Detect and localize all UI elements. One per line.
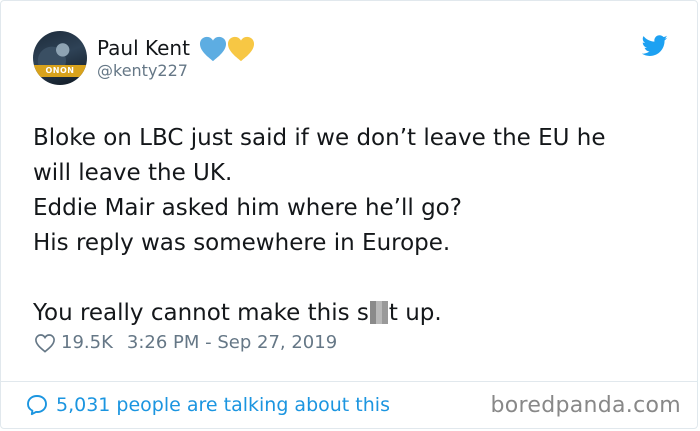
like-count[interactable]: 19.5K (61, 332, 113, 353)
tweet-line-last: You really cannot make this s t up. (33, 296, 673, 331)
speech-bubble-icon (27, 395, 47, 416)
avatar-banner-text: ONON (33, 65, 87, 77)
divider (1, 381, 697, 382)
display-name[interactable]: Paul Kent (97, 36, 190, 60)
emoji-hearts (198, 35, 254, 62)
tweet-card: ONON Paul Kent @kenty227 Bloke on LBC ju… (0, 0, 698, 429)
tweet-text-part: You really cannot make this s (33, 300, 369, 326)
watermark: boredpanda.com (490, 393, 681, 418)
heart-outline-icon[interactable] (34, 333, 56, 353)
tweet-line: will leave the UK. (33, 160, 233, 186)
talking-about-text: 5,031 people are talking about this (56, 394, 390, 416)
tweet-text: Bloke on LBC just said if we don’t leave… (33, 121, 673, 331)
tweet-timestamp[interactable]: 3:26 PM - Sep 27, 2019 (127, 332, 337, 353)
twitter-bird-icon[interactable] (642, 35, 668, 57)
tweet-text-part: t up. (388, 300, 442, 326)
avatar[interactable]: ONON (33, 31, 87, 85)
tweet-line: His reply was somewhere in Europe. (33, 230, 451, 256)
yellow-heart-icon (227, 36, 254, 61)
blue-heart-icon (199, 36, 226, 61)
tweet-line: Eddie Mair asked him where he’ll go? (33, 195, 462, 221)
talking-about-link[interactable]: 5,031 people are talking about this (25, 393, 390, 417)
tweet-line: Bloke on LBC just said if we don’t leave… (33, 125, 606, 151)
censored-pixelation (369, 301, 388, 324)
tweet-meta: 19.5K 3:26 PM - Sep 27, 2019 (34, 332, 337, 353)
user-handle[interactable]: @kenty227 (97, 61, 188, 80)
author-name-row: Paul Kent (97, 34, 254, 62)
